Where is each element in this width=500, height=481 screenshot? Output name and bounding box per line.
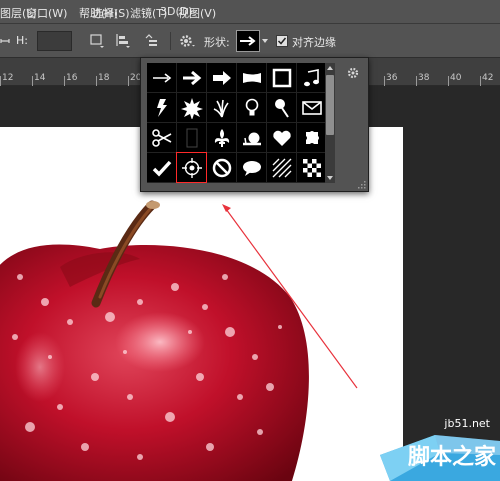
ruler-tick bbox=[64, 76, 65, 86]
shape-tile[interactable] bbox=[267, 123, 296, 152]
chevron-down-icon[interactable] bbox=[262, 38, 268, 44]
scroll-up-icon[interactable] bbox=[327, 65, 333, 71]
path-arrangement-icon[interactable] bbox=[142, 32, 160, 50]
menu-help[interactable]: 帮助(H) bbox=[79, 5, 118, 21]
menu-view[interactable]: 视图(V) bbox=[178, 5, 216, 21]
banner-icon bbox=[242, 72, 261, 83]
shape-tile[interactable] bbox=[177, 63, 206, 92]
ruler-tick bbox=[96, 76, 97, 86]
music-note-icon bbox=[303, 68, 319, 86]
shape-tile[interactable] bbox=[147, 63, 176, 92]
lightning-icon bbox=[156, 98, 167, 117]
ruler-tick bbox=[448, 76, 449, 86]
shape-tile[interactable] bbox=[207, 153, 236, 182]
watermark: jb51.net 脚本之家 bbox=[380, 415, 500, 481]
shape-scrollbar[interactable] bbox=[325, 63, 335, 183]
speech-bubble-icon bbox=[242, 160, 261, 176]
arrow-thin-icon bbox=[152, 72, 171, 83]
height-label: H: bbox=[16, 34, 28, 47]
picker-settings-gear-icon[interactable] bbox=[346, 66, 360, 80]
checkmark-icon bbox=[277, 37, 287, 45]
fleur-de-lis-icon bbox=[214, 128, 229, 147]
shape-tile[interactable] bbox=[207, 123, 236, 152]
shape-tile[interactable] bbox=[207, 93, 236, 122]
ruler-tick bbox=[32, 76, 33, 86]
gear-icon[interactable] bbox=[178, 32, 196, 50]
envelope-icon bbox=[301, 100, 322, 115]
ruler-number: 12 bbox=[2, 73, 14, 83]
align-edges-label: 对齐边缘 bbox=[292, 36, 336, 49]
shape-tile-selected[interactable] bbox=[176, 152, 207, 183]
no-sign-icon bbox=[212, 158, 231, 177]
shape-tile[interactable] bbox=[237, 63, 266, 92]
grass-icon bbox=[213, 99, 229, 117]
ruler-number: 40 bbox=[450, 73, 462, 83]
puzzle-piece-icon bbox=[305, 130, 319, 144]
shape-tile[interactable] bbox=[267, 93, 296, 122]
scroll-down-icon[interactable] bbox=[327, 175, 333, 181]
shape-tile[interactable] bbox=[297, 63, 326, 92]
shape-tile[interactable] bbox=[297, 123, 326, 152]
shape-tile[interactable] bbox=[267, 153, 296, 182]
options-bar: H: 形状: 对齐边缘 bbox=[0, 24, 500, 58]
scissors-icon bbox=[151, 128, 171, 147]
shape-tile[interactable] bbox=[237, 123, 266, 152]
height-field[interactable] bbox=[37, 31, 72, 51]
path-alignment-icon[interactable] bbox=[114, 32, 132, 50]
arrow-bold-icon bbox=[182, 70, 201, 85]
shape-label: 形状: bbox=[204, 36, 230, 49]
shape-tile[interactable] bbox=[147, 93, 176, 122]
path-operations-icon[interactable] bbox=[88, 32, 106, 50]
ruler-number: 14 bbox=[34, 73, 46, 83]
shape-tile[interactable] bbox=[207, 63, 236, 92]
custom-shape-picker bbox=[140, 57, 369, 192]
shape-tile[interactable] bbox=[177, 123, 206, 152]
blank-tile-icon bbox=[186, 128, 197, 147]
ruler-number: 36 bbox=[386, 73, 398, 83]
checkerboard-icon bbox=[302, 158, 321, 177]
shape-tile[interactable] bbox=[147, 123, 176, 152]
menu-window[interactable]: 窗口(W) bbox=[26, 5, 67, 21]
arrow-block-icon bbox=[212, 70, 231, 85]
shape-swatch[interactable] bbox=[236, 30, 260, 52]
watermark-site: jb51.net bbox=[444, 417, 490, 430]
resize-grip-icon[interactable] bbox=[357, 180, 366, 189]
align-edges-checkbox[interactable] bbox=[276, 35, 288, 47]
shape-tile[interactable] bbox=[297, 153, 326, 182]
ruler-number: 16 bbox=[66, 73, 78, 83]
menu-bar: 图层(L) 选择(S) 滤镜(T) 3D(D) 视图(V) 窗口(W) 帮助(H… bbox=[0, 0, 500, 24]
shape-tile[interactable] bbox=[267, 63, 296, 92]
ruler-tick bbox=[480, 76, 481, 86]
shape-tile[interactable] bbox=[237, 93, 266, 122]
starburst-icon bbox=[180, 97, 203, 119]
shape-tile[interactable] bbox=[147, 153, 176, 182]
ruler-tick bbox=[384, 76, 385, 86]
arrow-shape-icon bbox=[240, 36, 256, 46]
ruler-tick bbox=[416, 76, 417, 86]
shape-tile[interactable] bbox=[297, 93, 326, 122]
lightbulb-icon bbox=[245, 98, 258, 115]
diagonal-hatch-icon bbox=[272, 158, 291, 177]
target-icon bbox=[181, 157, 202, 178]
scroll-thumb[interactable] bbox=[326, 75, 334, 135]
shape-tile[interactable] bbox=[177, 93, 206, 122]
ruler-tick bbox=[0, 76, 1, 86]
heart-icon bbox=[272, 130, 291, 146]
snail-icon bbox=[242, 132, 261, 145]
ruler-tick bbox=[128, 76, 129, 86]
checkmark-shape-icon bbox=[152, 160, 171, 177]
shape-grid bbox=[147, 63, 326, 183]
divider bbox=[170, 32, 171, 50]
link-icon[interactable] bbox=[0, 36, 10, 46]
pushpin-icon bbox=[274, 98, 289, 118]
shape-tile[interactable] bbox=[237, 153, 266, 182]
frame-icon bbox=[272, 68, 291, 87]
ruler-number: 38 bbox=[418, 73, 430, 83]
watermark-name: 脚本之家 bbox=[407, 445, 496, 470]
ruler-number: 18 bbox=[98, 73, 110, 83]
ruler-number: 42 bbox=[482, 73, 494, 83]
